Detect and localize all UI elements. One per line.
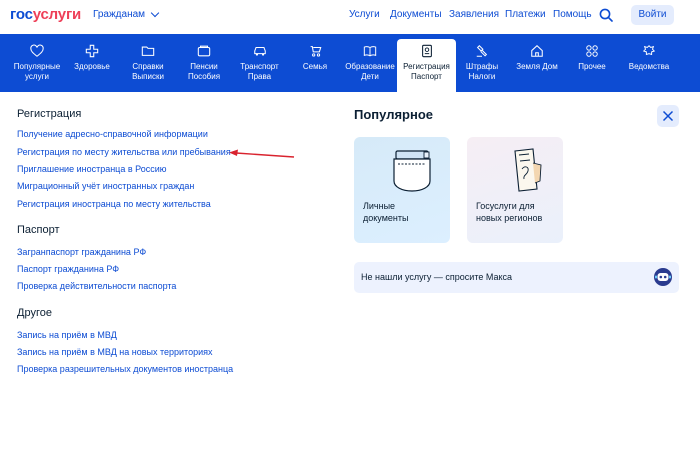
category-label: Прочее — [578, 62, 606, 71]
logo-part-uslugi: услуги — [32, 6, 82, 23]
link-foreign-passport[interactable]: Загранпаспорт гражданина РФ — [17, 247, 146, 257]
category-agencies[interactable]: Ведомства — [622, 34, 676, 92]
close-icon — [662, 110, 674, 122]
link-address-info[interactable]: Получение адресно-справочной информации — [17, 129, 208, 139]
link-foreigner-invitation[interactable]: Приглашение иностранца в Россию — [17, 164, 167, 174]
nav-applications[interactable]: Заявления — [449, 9, 499, 20]
nav-services[interactable]: Услуги — [349, 9, 380, 20]
category-label: Справки — [132, 62, 164, 71]
audience-dropdown[interactable]: Гражданам — [93, 8, 160, 20]
new-regions-document-icon — [514, 148, 542, 192]
category-label: Штрафы — [465, 62, 499, 71]
category-certificates[interactable]: Справки Выписки — [122, 34, 174, 92]
card-label-line: Госуслуги для — [476, 201, 535, 211]
card-label: Личные документы — [363, 200, 408, 224]
gavel-icon — [476, 45, 488, 57]
book-icon — [363, 46, 377, 57]
card-label-line: новых регионов — [476, 213, 543, 223]
car-icon — [253, 46, 266, 56]
link-residence-registration[interactable]: Регистрация по месту жительства или преб… — [17, 147, 231, 157]
category-health[interactable]: Здоровье — [68, 34, 116, 92]
category-sublabel: Права — [247, 72, 272, 81]
category-fines[interactable]: Штрафы Налоги — [460, 34, 504, 92]
folder-icon — [141, 46, 155, 56]
link-foreigner-permits-check[interactable]: Проверка разрешительных документов иност… — [17, 364, 233, 374]
category-family[interactable]: Семья — [294, 34, 336, 92]
robot-assistant-icon — [654, 268, 672, 286]
nav-payments[interactable]: Платежи — [505, 9, 546, 20]
link-migration-registration[interactable]: Миграционный учёт иностранных граждан — [17, 181, 194, 191]
nav-help[interactable]: Помощь — [553, 9, 592, 20]
personal-documents-icon — [393, 150, 431, 192]
category-bar: Популярные услуги Здоровье Справки Выпис… — [0, 34, 700, 92]
search-icon[interactable] — [599, 8, 613, 22]
category-sublabel: услуги — [25, 72, 49, 81]
link-internal-passport[interactable]: Паспорт гражданина РФ — [17, 264, 119, 274]
category-label: Здоровье — [74, 62, 110, 71]
stroller-icon — [310, 46, 322, 57]
link-passport-validity[interactable]: Проверка действительности паспорта — [17, 281, 176, 291]
category-other[interactable]: Прочее — [570, 34, 614, 92]
link-foreigner-residence[interactable]: Регистрация иностранца по месту жительст… — [17, 199, 211, 209]
section-title-other: Другое — [17, 307, 52, 319]
category-education[interactable]: Образование Дети — [340, 34, 400, 92]
category-label: Пенсии — [190, 62, 218, 71]
ask-max-text: Не нашли услугу — спросите Макса — [361, 272, 513, 282]
emblem-icon — [642, 45, 656, 56]
category-label: Регистрация — [403, 62, 450, 71]
card-label-line: Личные — [363, 201, 396, 211]
passport-icon — [421, 44, 432, 58]
category-registration[interactable]: Регистрация Паспорт — [397, 39, 456, 92]
top-header: госуслуги Гражданам Услуги Документы Зая… — [0, 0, 700, 32]
category-sublabel: Паспорт — [411, 72, 442, 81]
logo-part-gos: гос — [10, 6, 33, 23]
nav-documents[interactable]: Документы — [390, 9, 442, 20]
category-label: Земля Дом — [516, 62, 558, 71]
category-label: Образование — [345, 62, 395, 71]
category-sublabel: Выписки — [132, 72, 164, 81]
card-personal-documents[interactable]: Личные документы — [354, 137, 450, 243]
category-sublabel: Дети — [361, 72, 379, 81]
category-label: Семья — [302, 62, 328, 71]
grid-icon — [586, 45, 598, 57]
house-icon — [531, 45, 543, 57]
category-transport[interactable]: Транспорт Права — [232, 34, 287, 92]
login-button[interactable]: Войти — [631, 5, 674, 25]
card-new-regions[interactable]: Госуслуги для новых регионов — [467, 137, 563, 243]
category-label: Транспорт — [240, 62, 279, 71]
link-mvd-appointment-new-territories[interactable]: Запись на приём в МВД на новых территори… — [17, 347, 213, 357]
section-title-registration: Регистрация — [17, 108, 82, 120]
category-sublabel: Пособия — [187, 72, 221, 81]
heart-icon — [30, 44, 44, 57]
audience-label: Гражданам — [93, 9, 146, 20]
popular-title: Популярное — [354, 107, 434, 122]
card-label-line: документы — [363, 213, 409, 223]
card-label: Госуслуги для новых регионов — [476, 200, 542, 224]
section-title-passport: Паспорт — [17, 224, 60, 236]
category-label: Популярные — [13, 62, 61, 71]
category-land-house[interactable]: Земля Дом — [512, 34, 562, 92]
category-pensions[interactable]: Пенсии Пособия — [178, 34, 230, 92]
wallet-icon — [197, 45, 211, 57]
category-sublabel: Налоги — [468, 72, 496, 81]
ask-max-box[interactable]: Не нашли услугу — спросите Макса — [354, 262, 679, 293]
gosuslugi-logo[interactable]: госуслуги — [10, 6, 81, 23]
category-popular[interactable]: Популярные услуги — [8, 34, 66, 92]
close-button[interactable] — [657, 105, 679, 127]
chevron-down-icon — [150, 8, 160, 18]
link-mvd-appointment[interactable]: Запись на приём в МВД — [17, 330, 117, 340]
health-cross-icon — [85, 44, 99, 58]
annotation-arrow-icon — [229, 149, 295, 158]
category-label: Ведомства — [628, 62, 670, 71]
